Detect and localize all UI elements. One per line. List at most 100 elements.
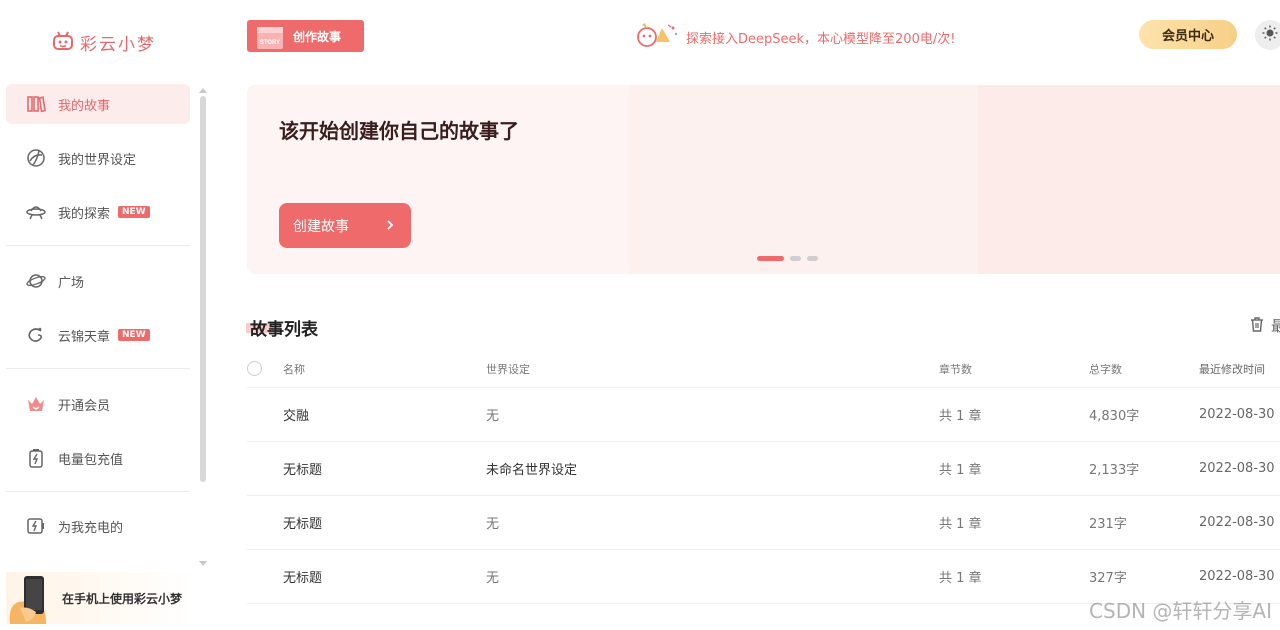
column-header-world[interactable]: 世界设定 <box>486 350 530 387</box>
sidebar-item-label: 为我充电的 <box>58 520 124 536</box>
trash-link[interactable]: 最 <box>1249 315 1280 336</box>
sidebar-item-plaza[interactable]: 广场 <box>6 261 190 301</box>
sidebar-item-my-explore[interactable]: 我的探索 NEW <box>6 192 190 232</box>
sidebar-divider <box>6 368 190 369</box>
story-tag-text: STORY <box>260 40 280 46</box>
story-modified-cell: 2022-08-30 10 <box>1199 515 1280 530</box>
sidebar-item-label: 云锦天章 <box>58 329 111 345</box>
story-world-cell: 无 <box>486 571 500 586</box>
sidebar-scrollbar[interactable] <box>200 96 206 482</box>
sidebar-divider <box>6 245 190 246</box>
create-story-badge-label: 创作故事 <box>293 29 342 44</box>
column-header-modified[interactable]: 最近修改时间 <box>1199 350 1265 387</box>
swirl-icon <box>26 325 46 345</box>
trash-icon <box>1249 316 1265 336</box>
create-story-button[interactable]: 创建故事 <box>279 203 411 248</box>
phone-hand-icon <box>6 572 62 624</box>
table-row[interactable]: 交融 无 共 1 章 4,830字 2022-08-30 15 <box>247 388 1280 442</box>
ufo-icon <box>26 202 46 222</box>
mascot-party-icon <box>634 22 680 52</box>
column-header-chapters[interactable]: 章节数 <box>939 350 972 387</box>
charge-icon <box>26 516 46 536</box>
sidebar-item-recharge[interactable]: 电量包充值 <box>6 438 190 478</box>
new-badge: NEW <box>118 206 150 218</box>
sun-icon <box>1262 25 1278 45</box>
sidebar: 彩云小梦 我的故事 我的世界设定 我的探索 NEW 广场 云锦天章 NEW 开通… <box>0 0 210 630</box>
planet-icon <box>26 271 46 291</box>
sidebar-item-membership[interactable]: 开通会员 <box>6 384 190 424</box>
announcement-bar[interactable]: 探索接入DeepSeek，本心模型降至200电/次! <box>634 22 955 52</box>
story-modified-cell: 2022-08-30 15 <box>1199 407 1280 422</box>
vip-center-button[interactable]: 会员中心 <box>1139 20 1237 49</box>
globe-icon <box>26 148 46 168</box>
robot-logo-icon <box>52 31 74 55</box>
story-modified-cell: 2022-08-30 13 <box>1199 461 1280 476</box>
story-world-cell: 无 <box>486 517 500 532</box>
sidebar-nav-account: 开通会员 电量包充值 <box>6 384 190 478</box>
sidebar-nav: 我的故事 我的世界设定 我的探索 NEW <box>6 84 190 232</box>
create-story-button-label: 创建故事 <box>293 218 349 235</box>
watermark: CSDN @轩轩分享AI <box>1089 599 1272 623</box>
story-words-cell: 231字 <box>1089 517 1127 532</box>
brand-name: 彩云小梦 <box>80 35 156 55</box>
hero-carousel: 该开始创建你自己的故事了 创建故事 <box>247 85 1280 274</box>
hero-title: 该开始创建你自己的故事了 <box>279 119 519 143</box>
sidebar-item-label: 我的故事 <box>58 98 111 114</box>
carousel-dot[interactable] <box>807 256 818 261</box>
select-all-cell <box>247 350 262 387</box>
create-story-badge[interactable]: STORY 创作故事 <box>247 20 364 52</box>
new-badge: NEW <box>118 329 150 341</box>
carousel-dot[interactable] <box>757 256 784 261</box>
story-words-cell: 2,133字 <box>1089 463 1140 478</box>
story-world-cell: 无 <box>486 409 500 424</box>
column-header-words[interactable]: 总字数 <box>1089 350 1122 387</box>
sidebar-item-supporters[interactable]: 为我充电的 <box>6 506 190 546</box>
battery-icon <box>26 448 46 468</box>
mobile-banner-label: 在手机上使用彩云小梦 <box>62 591 183 606</box>
story-list-title: 故事列表 <box>250 320 318 340</box>
sidebar-item-label: 开通会员 <box>58 398 111 414</box>
scroll-down-arrow[interactable] <box>199 561 207 566</box>
story-words-cell: 4,830字 <box>1089 409 1140 424</box>
app-root: 彩云小梦 我的故事 我的世界设定 我的探索 NEW 广场 云锦天章 NEW 开通… <box>0 0 1280 630</box>
chevron-right-icon <box>385 215 395 239</box>
sidebar-divider <box>6 491 190 492</box>
story-table: 名称 世界设定 章节数 总字数 最近修改时间 交融 无 共 1 章 4,830字… <box>247 350 1280 604</box>
carousel-slide <box>978 85 1280 274</box>
carousel-dots <box>757 256 818 261</box>
brand-logo[interactable]: 彩云小梦 <box>52 30 156 55</box>
sidebar-nav-support: 为我充电的 <box>6 506 190 546</box>
trash-link-label: 最 <box>1271 317 1280 335</box>
select-all-radio[interactable] <box>247 361 262 376</box>
sidebar-item-label: 广场 <box>58 275 85 291</box>
table-row[interactable]: 无标题 无 共 1 章 231字 2022-08-30 10 <box>247 496 1280 550</box>
story-world-cell: 未命名世界设定 <box>486 463 578 478</box>
story-box-icon: STORY <box>247 20 287 52</box>
table-row[interactable]: 无标题 未命名世界设定 共 1 章 2,133字 2022-08-30 13 <box>247 442 1280 496</box>
carousel-dot[interactable] <box>790 256 801 261</box>
table-header-row: 名称 世界设定 章节数 总字数 最近修改时间 <box>247 350 1280 388</box>
column-header-name[interactable]: 名称 <box>283 350 305 387</box>
story-chapters-cell: 共 1 章 <box>939 463 982 478</box>
sidebar-item-yunjin[interactable]: 云锦天章 NEW <box>6 315 190 355</box>
sidebar-nav-community: 广场 云锦天章 NEW <box>6 261 190 355</box>
scroll-up-arrow[interactable] <box>199 88 207 93</box>
sidebar-item-my-worlds[interactable]: 我的世界设定 <box>6 138 190 178</box>
carousel-slide <box>629 85 978 274</box>
mobile-app-banner[interactable]: 在手机上使用彩云小梦 <box>6 572 196 624</box>
sidebar-item-label: 电量包充值 <box>58 452 124 468</box>
story-name-cell: 无标题 <box>283 463 323 478</box>
sidebar-item-label: 我的探索 <box>58 206 111 222</box>
story-chapters-cell: 共 1 章 <box>939 571 982 586</box>
story-name-cell: 无标题 <box>283 517 323 532</box>
crown-icon <box>26 394 46 414</box>
sidebar-item-my-stories[interactable]: 我的故事 <box>6 84 190 124</box>
announcement-text: 探索接入DeepSeek，本心模型降至200电/次! <box>686 31 956 47</box>
story-chapters-cell: 共 1 章 <box>939 409 982 424</box>
story-name-cell: 交融 <box>283 409 310 424</box>
story-name-cell: 无标题 <box>283 571 323 586</box>
story-chapters-cell: 共 1 章 <box>939 517 982 532</box>
books-icon <box>26 94 46 114</box>
theme-toggle-button[interactable] <box>1255 20 1280 50</box>
sidebar-item-label: 我的世界设定 <box>58 152 137 168</box>
